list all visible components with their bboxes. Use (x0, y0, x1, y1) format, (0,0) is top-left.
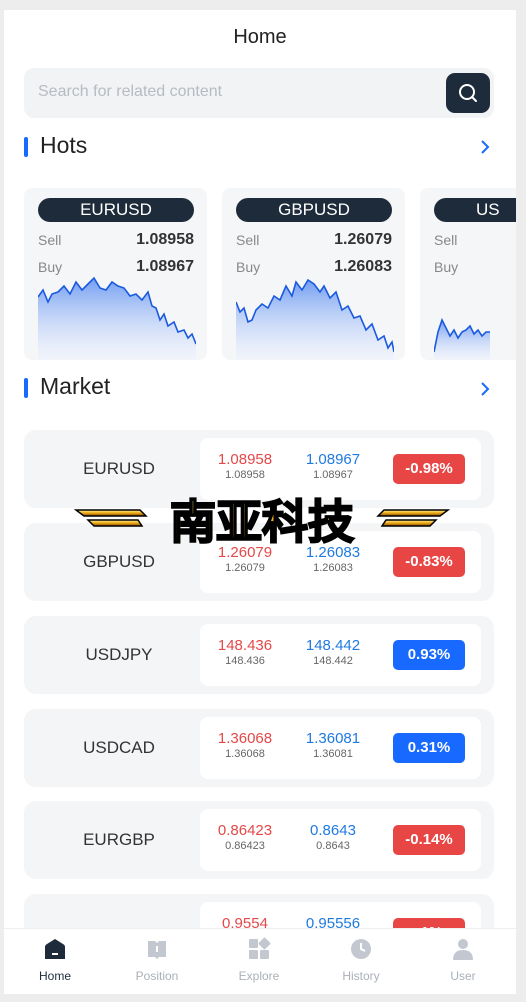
buy-price-column: 1.08967 1.08967 (288, 452, 378, 482)
sell-price-column: 1.36068 1.36068 (200, 731, 290, 761)
sell-price-small: 1.36068 (225, 748, 265, 760)
market-row-quotes: 148.436 148.436 148.442 148.442 0.93% (200, 624, 481, 686)
tab-label: Home (38, 969, 71, 983)
tab-position[interactable]: Position (106, 929, 208, 994)
history-icon (351, 939, 371, 959)
market-row-eurgbp[interactable]: EURGBP 0.86423 0.86423 0.8643 0.8643 -0.… (24, 801, 494, 879)
sell-price: 148.436 (217, 637, 273, 654)
hot-card-symbol: GBPUSD (236, 198, 392, 222)
tab-history[interactable]: History (310, 929, 412, 994)
market-row-symbol: USDCAD (83, 738, 155, 757)
tab-explore[interactable]: Explore (208, 929, 310, 994)
sell-price-column: 0.86423 0.86423 (200, 823, 290, 853)
buy-price: 0.8643 (310, 822, 356, 839)
bottom-tab-bar: Home Position Explore History User (4, 928, 516, 994)
hot-card-sparkline (38, 276, 196, 360)
hot-card-gbpusd[interactable]: GBPUSD Sell 1.26079 Buy 1.26083 (222, 188, 405, 360)
buy-price-small: 1.08967 (313, 469, 353, 481)
sell-price-small: 1.26079 (225, 562, 265, 574)
tab-label: Explore (238, 969, 280, 983)
position-icon (148, 941, 166, 959)
buy-price: 1.08967 (305, 451, 361, 468)
search-input[interactable]: Search for related content (38, 83, 222, 101)
hot-card-sell-label: Sell (236, 232, 260, 248)
app-screen: Home Search for related content Hots EUR… (4, 10, 516, 994)
change-badge: -0.14% (393, 825, 465, 855)
sell-price: 1.36068 (217, 730, 273, 747)
market-row-symbol: EURGBP (83, 830, 155, 849)
hot-card-symbol-text: US (476, 200, 500, 219)
market-title: Market (40, 373, 111, 399)
hot-card-symbol: EURUSD (38, 198, 194, 222)
hots-title: Hots (40, 132, 88, 158)
hot-card-sell-label: Sell (38, 232, 62, 248)
change-badge: 0.31% (393, 733, 465, 763)
market-more-chevron-icon[interactable] (476, 380, 494, 398)
buy-price-small: 0.8643 (316, 840, 350, 852)
market-row-usdcad[interactable]: USDCAD 1.36068 1.36068 1.36081 1.36081 0… (24, 709, 494, 787)
change-badge: -0.98% (393, 454, 465, 484)
tab-home[interactable]: Home (4, 929, 106, 994)
tab-label: Position (135, 969, 179, 983)
buy-price: 148.442 (305, 637, 361, 654)
user-icon (453, 939, 473, 960)
sell-price-column: 148.436 148.436 (200, 638, 290, 668)
hot-card-sparkline (434, 317, 490, 360)
search-button[interactable] (446, 73, 490, 113)
tab-user[interactable]: User (412, 929, 514, 994)
market-section-marker (24, 378, 28, 398)
home-icon (45, 939, 65, 959)
sell-price: 1.08958 (217, 451, 273, 468)
market-row-usdjpy[interactable]: USDJPY 148.436 148.436 148.442 148.442 0… (24, 616, 494, 694)
hot-card-eurusd[interactable]: EURUSD Sell 1.08958 Buy 1.08967 (24, 188, 207, 360)
market-row-quotes: 1.36068 1.36068 1.36081 1.36081 0.31% (200, 717, 481, 779)
explore-icon (249, 937, 271, 959)
buy-price-column: 1.36081 1.36081 (288, 731, 378, 761)
watermark-text: 南亚科技 (170, 495, 354, 549)
tab-label: User (450, 969, 476, 983)
hot-card-sell-label: Sell (434, 232, 458, 248)
hot-card-symbol: US (434, 198, 516, 222)
sell-price-column: 1.08958 1.08958 (200, 452, 290, 482)
buy-price-small: 148.442 (313, 655, 353, 667)
sell-price-small: 1.08958 (225, 469, 265, 481)
hots-more-chevron-icon[interactable] (476, 138, 494, 156)
hot-card-sell-value: 1.26079 (334, 231, 392, 248)
sell-price: 0.86423 (217, 822, 273, 839)
hot-card-us[interactable]: US Sell Buy (420, 188, 516, 360)
hots-section-marker (24, 137, 28, 157)
sell-price-small: 148.436 (225, 655, 265, 667)
tab-label: History (342, 969, 380, 983)
hot-card-sell-value: 1.08958 (136, 231, 194, 248)
search-bar[interactable]: Search for related content (24, 68, 494, 118)
market-row-symbol: USDJPY (85, 645, 153, 664)
buy-price-column: 0.8643 0.8643 (288, 823, 378, 853)
page-title: Home (233, 26, 287, 48)
change-badge: 0.93% (393, 640, 465, 670)
buy-price: 1.36081 (305, 730, 361, 747)
hot-card-sparkline (236, 278, 394, 360)
market-row-quotes: 0.86423 0.86423 0.8643 0.8643 -0.14% (200, 809, 481, 871)
watermark-logo: 南亚科技 (73, 494, 451, 550)
sell-price-small: 0.86423 (225, 840, 265, 852)
buy-price-small: 1.26083 (313, 562, 353, 574)
buy-price-column: 148.442 148.442 (288, 638, 378, 668)
buy-price-small: 1.36081 (313, 748, 353, 760)
search-icon (459, 84, 477, 102)
